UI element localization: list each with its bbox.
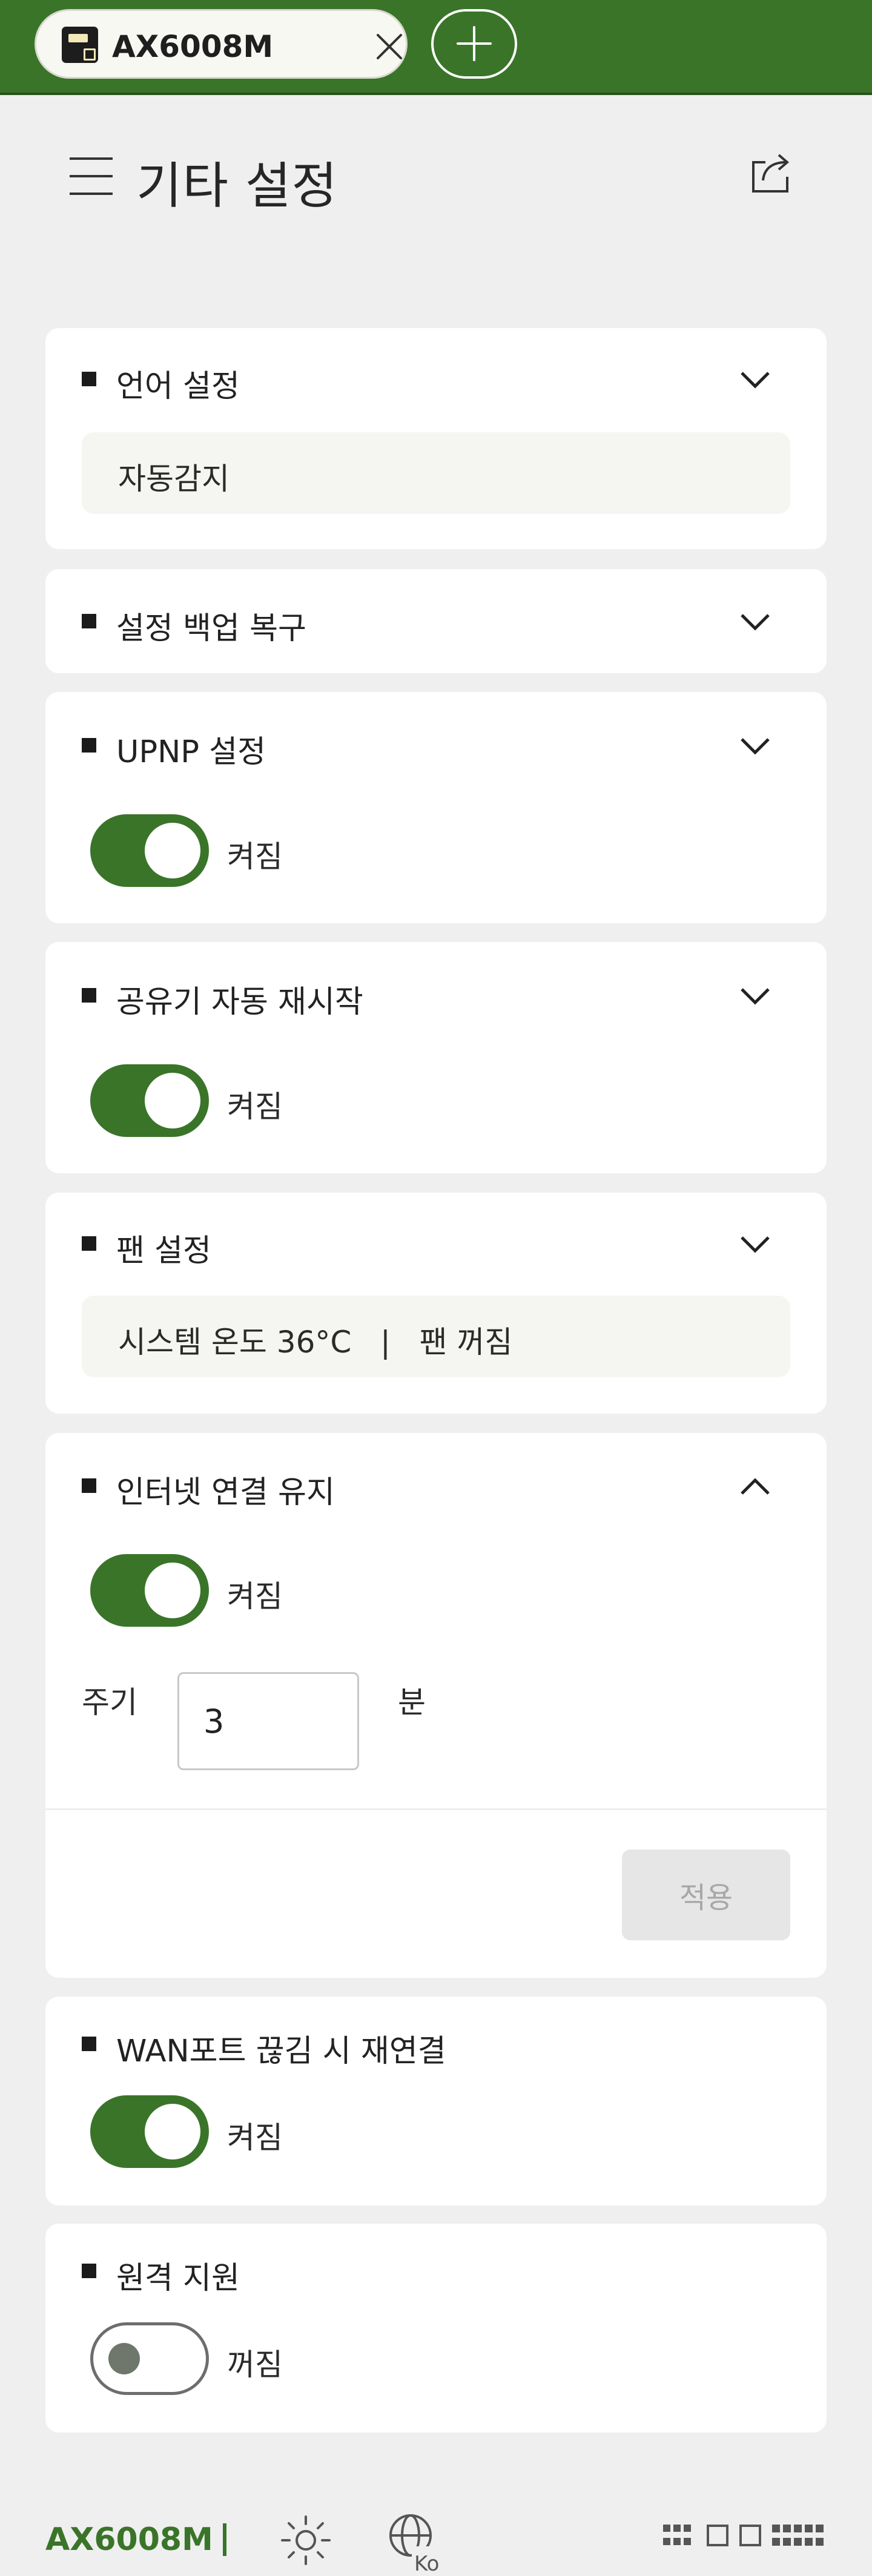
chevron-down-icon[interactable] xyxy=(737,984,773,1009)
card-backup: 설정 백업 복구 xyxy=(45,569,827,673)
bullet-marker xyxy=(82,1478,96,1493)
device-tab[interactable]: AX6008M xyxy=(35,9,408,79)
toggle-state-label: 켜짐 xyxy=(227,1089,283,1124)
card-remote-support: 원격 지원 꺼짐 xyxy=(45,2224,827,2433)
tab-bar: AX6008M xyxy=(0,0,872,95)
toggle-knob xyxy=(108,2343,140,2374)
toggle-state-label: 켜짐 xyxy=(227,2120,283,2155)
card-keepalive: 인터넷 연결 유지 켜짐 주기 분 적용 xyxy=(45,1433,827,1978)
chevron-up-icon[interactable] xyxy=(737,1474,773,1498)
tab-title: AX6008M xyxy=(112,29,274,64)
bullet-marker xyxy=(82,2037,96,2051)
globe-language-icon[interactable]: Ko xyxy=(388,2512,442,2573)
chevron-down-icon[interactable] xyxy=(737,368,773,392)
layout-switch-icon[interactable] xyxy=(663,2523,828,2549)
remote-support-toggle[interactable] xyxy=(90,2322,209,2395)
upnp-toggle[interactable] xyxy=(90,814,209,887)
router-icon xyxy=(62,27,98,63)
new-tab-button[interactable] xyxy=(431,9,517,79)
toggle-state-label: 켜짐 xyxy=(227,1579,283,1614)
card-title: 인터넷 연결 유지 xyxy=(116,1475,335,1510)
chevron-down-icon[interactable] xyxy=(737,734,773,759)
footer-separator xyxy=(223,2523,226,2556)
period-input[interactable] xyxy=(177,1672,359,1770)
page-title: 기타 설정 xyxy=(136,157,338,215)
toggle-knob xyxy=(145,1073,200,1128)
auto-restart-toggle[interactable] xyxy=(90,1064,209,1137)
bullet-marker xyxy=(82,738,96,753)
card-upnp: UPNP 설정 켜짐 xyxy=(45,692,827,923)
apply-button[interactable]: 적용 xyxy=(622,1850,790,1940)
card-wan-reconnect: WAN포트 끊김 시 재연결 켜짐 xyxy=(45,1997,827,2205)
chevron-down-icon[interactable] xyxy=(737,1233,773,1257)
period-unit-label: 분 xyxy=(398,1685,426,1720)
toggle-knob xyxy=(145,2104,200,2159)
card-title: 팬 설정 xyxy=(116,1233,211,1269)
bullet-marker xyxy=(82,2264,96,2278)
toggle-knob xyxy=(145,823,200,878)
fan-status-box: 시스템 온도 36°C | 팬 꺼짐 xyxy=(82,1296,790,1377)
footer-brand: AX6008M xyxy=(45,2522,213,2558)
app-root: AX6008M 기타 설정 언어 설정 자동감지 설정 백업 복구 UPNP 설… xyxy=(0,0,872,2576)
card-title: 언어 설정 xyxy=(116,369,240,404)
bullet-marker xyxy=(82,614,96,628)
close-icon[interactable] xyxy=(375,33,403,61)
toggle-state-label: 켜짐 xyxy=(227,839,283,874)
fan-status-text: 시스템 온도 36°C | 팬 꺼짐 xyxy=(118,1325,513,1360)
card-title: WAN포트 끊김 시 재연결 xyxy=(116,2034,446,2069)
card-title: 원격 지원 xyxy=(116,2261,240,2296)
wan-reconnect-toggle[interactable] xyxy=(90,2095,209,2168)
period-label: 주기 xyxy=(82,1685,137,1720)
language-select[interactable]: 자동감지 xyxy=(82,432,790,514)
bullet-marker xyxy=(82,988,96,1003)
card-title: UPNP 설정 xyxy=(116,734,266,770)
hamburger-menu-icon[interactable] xyxy=(68,156,114,196)
toggle-knob xyxy=(145,1563,200,1618)
bullet-marker xyxy=(82,1236,96,1251)
share-icon[interactable] xyxy=(748,151,792,195)
bullet-marker xyxy=(82,372,96,386)
chevron-down-icon[interactable] xyxy=(737,610,773,634)
card-title: 공유기 자동 재시작 xyxy=(116,984,363,1020)
keepalive-toggle[interactable] xyxy=(90,1554,209,1627)
language-value: 자동감지 xyxy=(118,461,230,496)
card-language: 언어 설정 자동감지 xyxy=(45,328,827,549)
card-title: 설정 백업 복구 xyxy=(116,611,306,647)
language-code: Ko xyxy=(414,2552,439,2573)
toggle-state-label: 꺼짐 xyxy=(227,2347,283,2382)
card-divider xyxy=(45,1808,827,1810)
card-auto-restart: 공유기 자동 재시작 켜짐 xyxy=(45,942,827,1173)
card-fan: 팬 설정 시스템 온도 36°C | 팬 꺼짐 xyxy=(45,1193,827,1414)
plus-icon xyxy=(457,26,492,61)
sun-icon[interactable] xyxy=(280,2514,332,2566)
